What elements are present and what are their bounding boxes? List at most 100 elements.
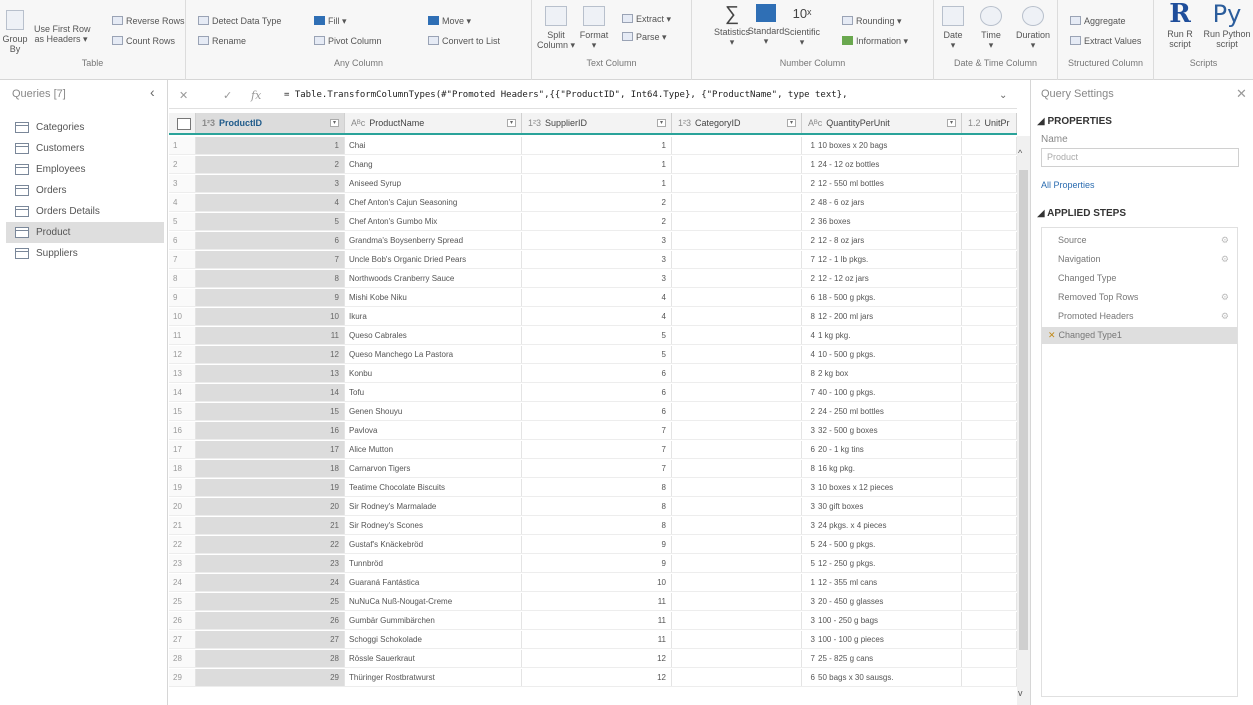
unit-price-cell[interactable] (962, 270, 1017, 287)
product-id-cell[interactable]: 10 (196, 308, 345, 325)
category-id-cell[interactable] (672, 498, 802, 515)
quantity-per-unit-cell[interactable]: 1 10 boxes x 20 bags (802, 137, 962, 154)
quantity-per-unit-cell[interactable]: 4 10 - 500 g pkgs. (802, 346, 962, 363)
unit-price-cell[interactable] (962, 536, 1017, 553)
product-name-cell[interactable]: Gumbär Gummibärchen (345, 612, 522, 629)
product-name-cell[interactable]: NuNuCa Nuß-Nougat-Creme (345, 593, 522, 610)
product-name-cell[interactable]: Chef Anton's Cajun Seasoning (345, 194, 522, 211)
product-name-cell[interactable]: Chef Anton's Gumbo Mix (345, 213, 522, 230)
vertical-scrollbar[interactable]: ^ v (1017, 136, 1030, 705)
quantity-per-unit-cell[interactable]: 3 32 - 500 g boxes (802, 422, 962, 439)
product-id-cell[interactable]: 29 (196, 669, 345, 686)
product-id-cell[interactable]: 26 (196, 612, 345, 629)
row-number[interactable]: 21 (169, 517, 196, 534)
unit-price-cell[interactable] (962, 441, 1017, 458)
product-id-cell[interactable]: 9 (196, 289, 345, 306)
row-number[interactable]: 11 (169, 327, 196, 344)
product-name-cell[interactable]: Alice Mutton (345, 441, 522, 458)
unit-price-cell[interactable] (962, 498, 1017, 515)
quantity-per-unit-cell[interactable]: 41 kg pkg. (802, 327, 962, 344)
properties-section-header[interactable]: ◢ PROPERTIES (1037, 116, 1112, 127)
product-name-cell[interactable]: Ikura (345, 308, 522, 325)
unit-price-cell[interactable] (962, 232, 1017, 249)
product-name-cell[interactable]: Carnarvon Tigers (345, 460, 522, 477)
applied-step[interactable]: Removed Top Rows ⚙ (1042, 289, 1237, 306)
unit-price-cell[interactable] (962, 460, 1017, 477)
scrollbar-thumb[interactable] (1019, 170, 1028, 650)
category-id-cell[interactable] (672, 327, 802, 344)
category-id-cell[interactable] (672, 156, 802, 173)
supplier-id-cell[interactable]: 8 (522, 479, 672, 496)
supplier-id-cell[interactable]: 12 (522, 650, 672, 667)
product-id-cell[interactable]: 3 (196, 175, 345, 192)
extract-values-button[interactable]: Extract Values (1070, 36, 1141, 47)
product-id-cell[interactable]: 18 (196, 460, 345, 477)
query-name-input[interactable]: Product (1041, 148, 1239, 167)
unit-price-cell[interactable] (962, 612, 1017, 629)
count-rows-button[interactable]: Count Rows (112, 36, 175, 47)
row-number[interactable]: 17 (169, 441, 196, 458)
date-button[interactable]: Date ▾ (934, 6, 972, 50)
quantity-per-unit-cell[interactable]: 3 24 pkgs. x 4 pieces (802, 517, 962, 534)
category-id-cell[interactable] (672, 232, 802, 249)
supplier-id-cell[interactable]: 9 (522, 555, 672, 572)
data-type-icon[interactable]: Aᴮc (351, 118, 365, 128)
product-id-cell[interactable]: 17 (196, 441, 345, 458)
run-python-script-button[interactable]: Py Run Python script (1202, 2, 1252, 49)
pivot-column-button[interactable]: Pivot Column (314, 36, 382, 47)
product-id-cell[interactable]: 20 (196, 498, 345, 515)
table-menu-icon[interactable] (169, 113, 196, 133)
product-name-cell[interactable]: Tunnbröd (345, 555, 522, 572)
category-id-cell[interactable] (672, 308, 802, 325)
reverse-rows-button[interactable]: Reverse Rows (112, 16, 185, 27)
category-id-cell[interactable] (672, 194, 802, 211)
category-id-cell[interactable] (672, 384, 802, 401)
row-number[interactable]: 14 (169, 384, 196, 401)
product-name-cell[interactable]: Queso Manchego La Pastora (345, 346, 522, 363)
row-number[interactable]: 26 (169, 612, 196, 629)
column-header[interactable]: 1.2 UnitPr (962, 113, 1017, 133)
product-name-cell[interactable]: Guaraná Fantástica (345, 574, 522, 591)
query-item[interactable]: Orders Details (6, 201, 164, 222)
category-id-cell[interactable] (672, 175, 802, 192)
unit-price-cell[interactable] (962, 593, 1017, 610)
column-dropdown-icon[interactable]: ▾ (787, 119, 796, 127)
unit-price-cell[interactable] (962, 517, 1017, 534)
column-dropdown-icon[interactable]: ▾ (657, 119, 666, 127)
row-number[interactable]: 4 (169, 194, 196, 211)
gear-icon[interactable]: ⚙ (1221, 251, 1229, 268)
row-number[interactable]: 20 (169, 498, 196, 515)
unit-price-cell[interactable] (962, 327, 1017, 344)
product-id-cell[interactable]: 28 (196, 650, 345, 667)
supplier-id-cell[interactable]: 3 (522, 232, 672, 249)
gear-icon[interactable]: ⚙ (1221, 232, 1229, 249)
convert-to-list-button[interactable]: Convert to List (428, 36, 500, 47)
unit-price-cell[interactable] (962, 555, 1017, 572)
row-number[interactable]: 3 (169, 175, 196, 192)
quantity-per-unit-cell[interactable]: 7 12 - 1 lb pkgs. (802, 251, 962, 268)
quantity-per-unit-cell[interactable]: 7 25 - 825 g cans (802, 650, 962, 667)
quantity-per-unit-cell[interactable]: 2 48 - 6 oz jars (802, 194, 962, 211)
row-number[interactable]: 15 (169, 403, 196, 420)
row-number[interactable]: 16 (169, 422, 196, 439)
scroll-up-chevron-icon[interactable]: ^ (1018, 148, 1022, 158)
quantity-per-unit-cell[interactable]: 8 16 kg pkg. (802, 460, 962, 477)
category-id-cell[interactable] (672, 574, 802, 591)
supplier-id-cell[interactable]: 7 (522, 441, 672, 458)
row-number[interactable]: 19 (169, 479, 196, 496)
supplier-id-cell[interactable]: 7 (522, 460, 672, 477)
supplier-id-cell[interactable]: 2 (522, 194, 672, 211)
supplier-id-cell[interactable]: 12 (522, 669, 672, 686)
extract-button[interactable]: Extract ▾ (622, 14, 671, 25)
supplier-id-cell[interactable]: 4 (522, 289, 672, 306)
category-id-cell[interactable] (672, 289, 802, 306)
product-name-cell[interactable]: Aniseed Syrup (345, 175, 522, 192)
row-number[interactable]: 29 (169, 669, 196, 686)
row-number[interactable]: 22 (169, 536, 196, 553)
row-number[interactable]: 12 (169, 346, 196, 363)
product-id-cell[interactable]: 6 (196, 232, 345, 249)
scroll-down-chevron-icon[interactable]: v (1018, 688, 1023, 698)
unit-price-cell[interactable] (962, 403, 1017, 420)
commit-formula-icon[interactable]: ✓ (223, 89, 232, 102)
category-id-cell[interactable] (672, 593, 802, 610)
